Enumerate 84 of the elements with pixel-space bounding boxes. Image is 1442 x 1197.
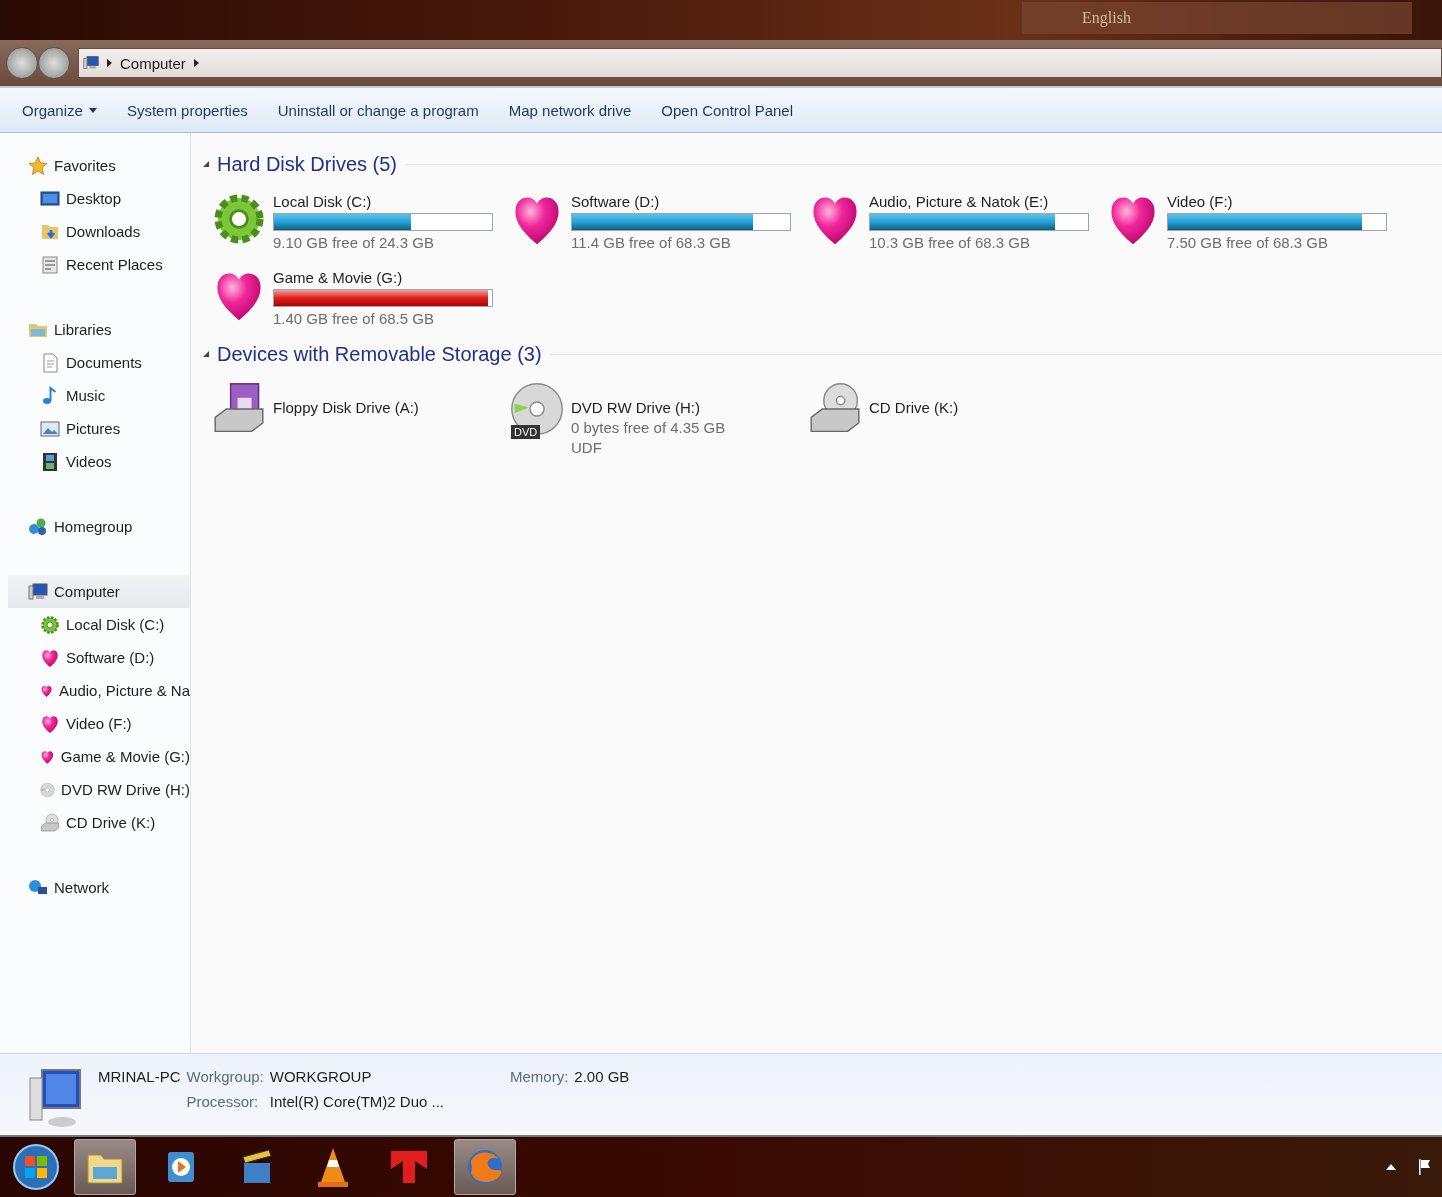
drive-info: 10.3 GB free of 68.3 GB [869, 234, 1031, 251]
document-icon [40, 352, 60, 373]
drive-tile[interactable]: CD Drive (K:) [807, 379, 1105, 456]
nav-item[interactable]: Downloads [0, 215, 190, 248]
nav-item[interactable]: Libraries [0, 313, 190, 346]
nav-item[interactable]: Video (F:) [0, 707, 190, 740]
nav-item[interactable]: Favorites [0, 149, 190, 182]
toolbar-button[interactable]: System properties [118, 97, 256, 123]
drive-info: 7.50 GB free of 68.3 GB [1167, 234, 1329, 251]
breadcrumb-arrow-icon[interactable] [107, 59, 112, 67]
detail-value: Intel(R) Core(TM)2 Duo ... [269, 1093, 444, 1110]
cd-drive-icon [40, 812, 60, 833]
nav-item[interactable]: Music [0, 379, 190, 412]
detail-label: Processor: [186, 1093, 260, 1110]
caret-icon [88, 107, 97, 113]
nav-item[interactable]: CD Drive (K:) [0, 806, 190, 839]
start-button[interactable] [12, 1143, 60, 1191]
drive-name: Local Disk (C:) [273, 193, 373, 210]
drive-name: Video (F:) [1167, 193, 1234, 210]
nav-item[interactable]: Homegroup [0, 510, 190, 543]
film-icon [40, 451, 60, 472]
drive-tile[interactable]: Local Disk (C:) 9.10 GB free of 24.3 GB [211, 189, 509, 251]
detail-label: Memory: [510, 1068, 569, 1085]
nav-item[interactable]: Desktop [0, 182, 190, 215]
heart-icon [40, 647, 60, 668]
picture-icon [40, 418, 60, 439]
breadcrumb-arrow-icon[interactable] [193, 59, 199, 67]
drive-tile[interactable]: DVD DVD RW Drive (H:) 0 bytes free of 4.35 GB UDF [509, 379, 807, 456]
drive-name: CD Drive (K:) [869, 399, 959, 416]
traffic-cone-icon[interactable] [316, 1146, 350, 1188]
drive-name: DVD RW Drive (H:) [571, 399, 701, 416]
drive-info: 11.4 GB free of 68.3 GB [571, 234, 732, 251]
drive-name: Audio, Picture & Natok (E:) [869, 193, 1050, 210]
computer-icon [28, 581, 48, 602]
toolbar-button[interactable]: Map network drive [500, 97, 640, 123]
star-icon [28, 155, 48, 176]
collapse-arrow-icon[interactable] [203, 161, 209, 167]
toolbar-button[interactable]: Uninstall or change a program [269, 97, 487, 123]
flag-icon[interactable] [1418, 1158, 1432, 1176]
computer-icon [26, 1066, 84, 1130]
toolbar-button[interactable]: Organize [14, 97, 105, 123]
drive-info: 0 bytes free of 4.35 GB [571, 419, 726, 436]
nav-item[interactable]: DVD RW Drive (H:) [0, 773, 190, 806]
group-header[interactable]: Hard Disk Drives (5) [217, 152, 398, 176]
nav-item[interactable]: Computer [8, 575, 190, 608]
detail-label: Workgroup: [186, 1068, 264, 1085]
drive-name: Software (D:) [571, 193, 661, 210]
heart-icon [40, 713, 60, 734]
nav-item[interactable]: Software (D:) [0, 641, 190, 674]
nav-item[interactable]: Recent Places [0, 248, 190, 281]
drive-tile[interactable]: Floppy Disk Drive (A:) [211, 379, 509, 456]
desktop-icon [40, 188, 60, 209]
nav-item[interactable]: Network [0, 871, 190, 904]
nav-item[interactable]: Pictures [0, 412, 190, 445]
drive-info: 1.40 GB free of 68.5 GB [273, 310, 435, 327]
nav-item[interactable]: Local Disk (C:) [0, 608, 190, 641]
disc-icon [509, 381, 565, 437]
collapse-arrow-icon[interactable] [203, 351, 209, 357]
nav-item[interactable]: Audio, Picture & Na [0, 674, 190, 707]
back-forward-buttons[interactable] [6, 47, 70, 79]
drive-name: Game & Movie (G:) [273, 269, 404, 286]
drive-name: Floppy Disk Drive (A:) [273, 399, 419, 416]
gear-icon [40, 614, 60, 635]
nav-item[interactable]: Documents [0, 346, 190, 379]
detail-value: 2.00 GB [574, 1068, 630, 1085]
computer-name: MRINAL-PC [98, 1068, 181, 1085]
nav-item[interactable]: Videos [0, 445, 190, 478]
drive-tile[interactable]: Video (F:) 7.50 GB free of 68.3 GB [1105, 189, 1403, 251]
drive-tile[interactable]: Software (D:) 11.4 GB free of 68.3 GB [509, 189, 807, 251]
toolbar-button[interactable]: Open Control Panel [653, 97, 802, 123]
group-header[interactable]: Devices with Removable Storage (3) [217, 342, 542, 366]
nav-item[interactable]: Game & Movie (G:) [0, 740, 190, 773]
drive-tile[interactable]: Audio, Picture & Natok (E:) 10.3 GB free of 68.3 GB [807, 189, 1105, 251]
breadcrumb[interactable]: Computer [120, 54, 186, 72]
recent-places-icon [40, 254, 60, 275]
address-bar[interactable]: Computer [78, 48, 1442, 78]
language-bar[interactable]: English [1022, 2, 1412, 34]
drive-info: 9.10 GB free of 24.3 GB [273, 234, 435, 251]
computer-icon [83, 55, 99, 71]
detail-value: WORKGROUP [269, 1068, 373, 1085]
dvd-badge: DVD [511, 425, 541, 439]
drive-tile[interactable]: Game & Movie (G:) 1.40 GB free of 68.5 GB [211, 265, 509, 327]
drive-info: UDF [571, 439, 603, 456]
show-hidden-icons-arrow[interactable] [1386, 1164, 1396, 1170]
